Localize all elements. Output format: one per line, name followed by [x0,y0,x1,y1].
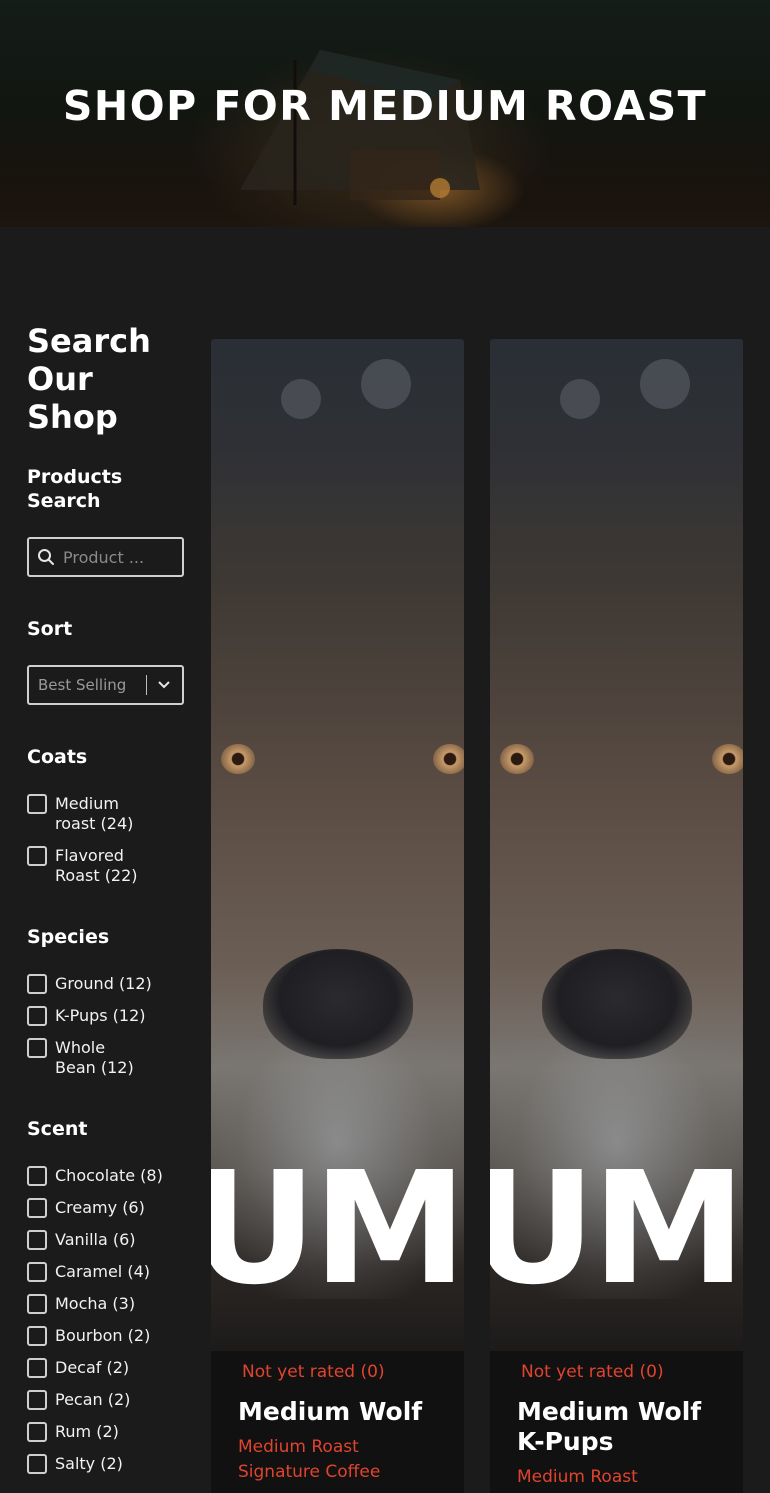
filter-label: Flavored Roast (22) [55,846,138,885]
filter-label: Medium roast (24) [55,794,134,833]
filter-label: Creamy (6) [55,1198,145,1217]
filter-item[interactable]: Rum (2) [27,1422,119,1442]
filter-item[interactable]: Chocolate (8) [27,1166,163,1186]
filter-item[interactable]: Salty (2) [27,1454,123,1474]
checkbox[interactable] [27,1358,47,1378]
filter-label: Vanilla (6) [55,1230,136,1249]
filter-label: K-Pups (12) [55,1006,146,1025]
checkbox[interactable] [27,794,47,814]
bokeh-light [640,359,690,409]
filter-item[interactable]: Creamy (6) [27,1198,145,1218]
checkbox[interactable] [27,1038,47,1058]
checkbox[interactable] [27,1262,47,1282]
filter-item[interactable]: Flavored Roast (22) [27,846,150,886]
filter-item[interactable]: Caramel (4) [27,1262,150,1282]
product-card-body: Not yet rated (0) Medium Wolf K-Pups Med… [490,1351,743,1493]
product-category[interactable]: Medium Roast [517,1465,716,1490]
chevron-down-icon[interactable] [146,680,182,690]
filter-item[interactable]: Mocha (3) [27,1294,135,1314]
checkbox[interactable] [27,846,47,866]
filter-label: Rum (2) [55,1422,119,1441]
product-title[interactable]: Medium Wolf K-Pups [517,1397,716,1457]
filter-label: Whole Bean (12) [55,1038,134,1077]
bokeh-light [560,379,600,419]
rating-text[interactable]: Not yet rated (0) [521,1361,716,1383]
product-search-input[interactable] [63,547,173,567]
checkbox[interactable] [27,1294,47,1314]
image-overlay-text: UM I [490,1138,743,1319]
sidebar-title: Search Our Shop [27,322,151,436]
wolf-eye [500,744,534,774]
filter-item[interactable]: Ground (12) [27,974,152,994]
product-image[interactable]: UM I [490,339,743,1351]
filter-item[interactable]: Pecan (2) [27,1390,130,1410]
checkbox[interactable] [27,1006,47,1026]
wolf-eye [433,744,464,774]
product-category[interactable]: Medium Roast Signature Coffee [238,1435,437,1485]
product-search-field[interactable] [27,537,184,577]
checkbox[interactable] [27,1422,47,1442]
checkbox[interactable] [27,1454,47,1474]
species-heading: Species [27,926,110,948]
filter-item[interactable]: Bourbon (2) [27,1326,150,1346]
filter-label: Caramel (4) [55,1262,150,1281]
bokeh-light [361,359,411,409]
checkbox[interactable] [27,1390,47,1410]
wolf-eye [712,744,743,774]
rating-text[interactable]: Not yet rated (0) [242,1361,437,1383]
checkbox[interactable] [27,1326,47,1346]
filter-label: Mocha (3) [55,1294,136,1313]
filter-label: Bourbon (2) [55,1326,151,1345]
checkbox[interactable] [27,1198,47,1218]
filter-label: Salty (2) [55,1454,123,1473]
search-icon [38,549,54,565]
wolf-nose [542,949,692,1059]
sort-selected-value: Best Selling [38,676,127,694]
wolf-eye [221,744,255,774]
filter-label: Ground (12) [55,974,152,993]
hero-banner: SHOP FOR MEDIUM ROAST [0,0,770,227]
sort-heading: Sort [27,618,73,640]
product-image[interactable]: UM I [211,339,464,1351]
product-card[interactable]: UM I Not yet rated (0) Medium Wolf K-Pup… [490,339,743,1493]
filter-item[interactable]: Medium roast (24) [27,794,150,834]
wolf-nose [263,949,413,1059]
filter-label: Decaf (2) [55,1358,130,1377]
product-card-body: Not yet rated (0) Medium Wolf Medium Roa… [211,1351,464,1493]
filter-label: Chocolate (8) [55,1166,163,1185]
sort-select[interactable]: Best Selling [27,665,184,705]
filter-label: Pecan (2) [55,1390,131,1409]
filter-item[interactable]: K-Pups (12) [27,1006,146,1026]
scent-heading: Scent [27,1118,88,1140]
image-overlay-text: UM I [211,1138,464,1319]
bokeh-light [281,379,321,419]
page-title: SHOP FOR MEDIUM ROAST [62,82,708,130]
checkbox[interactable] [27,1166,47,1186]
filter-item[interactable]: Whole Bean (12) [27,1038,145,1078]
product-card[interactable]: UM I Not yet rated (0) Medium Wolf Mediu… [211,339,464,1493]
filter-item[interactable]: Decaf (2) [27,1358,129,1378]
product-title[interactable]: Medium Wolf [238,1397,437,1427]
products-search-heading: Products Search [27,466,123,512]
checkbox[interactable] [27,974,47,994]
filter-item[interactable]: Vanilla (6) [27,1230,136,1250]
coats-heading: Coats [27,746,88,768]
checkbox[interactable] [27,1230,47,1250]
